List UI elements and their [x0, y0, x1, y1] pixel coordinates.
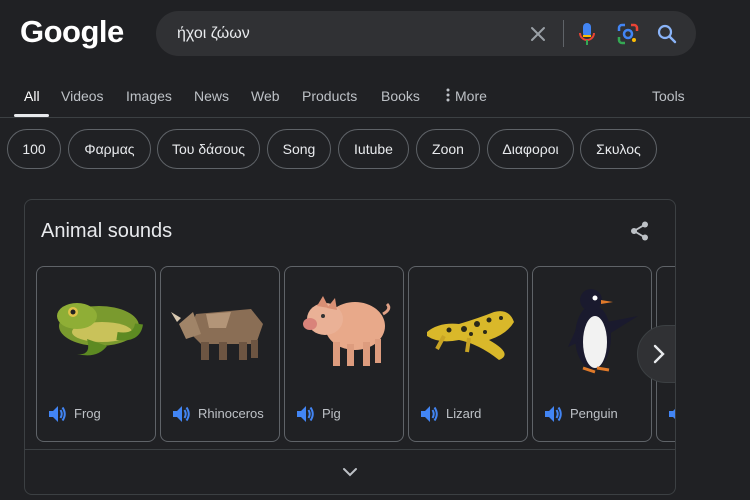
card-footer-divider: [25, 449, 675, 450]
speaker-icon: [545, 406, 562, 422]
tab-videos[interactable]: Videos: [61, 88, 104, 104]
lizard-image: [417, 279, 521, 379]
animal-name: Frog: [74, 406, 101, 421]
tab-products[interactable]: Products: [302, 88, 357, 104]
speaker-icon: [297, 406, 314, 422]
tab-books[interactable]: Books: [381, 88, 420, 104]
animal-sounds-card: Animal sounds Frog Rhinoceros Pig Lizard…: [24, 199, 676, 495]
animal-tile-rhinoceros[interactable]: Rhinoceros: [160, 266, 280, 442]
tools-button[interactable]: Tools: [652, 88, 685, 104]
refinement-chips: 100 Φαρμας Του δάσους Song Iutube Zoon Δ…: [0, 129, 750, 169]
speaker-icon: [173, 406, 190, 422]
search-divider: [563, 20, 564, 47]
chip-tou-dasous[interactable]: Του δάσους: [157, 129, 260, 169]
clear-icon[interactable]: [524, 11, 552, 56]
chip-song[interactable]: Song: [267, 129, 331, 169]
tabs-divider: [0, 117, 750, 118]
rhinoceros-image: [169, 279, 273, 379]
chevron-down-icon[interactable]: [337, 462, 363, 482]
microphone-icon[interactable]: [574, 11, 600, 56]
share-icon[interactable]: [625, 216, 655, 246]
chip-diaforoi[interactable]: Διαφοροι: [487, 129, 574, 169]
speaker-icon: [49, 406, 66, 422]
tab-news[interactable]: News: [194, 88, 229, 104]
animal-name: Pig: [322, 406, 341, 421]
google-lens-icon[interactable]: [614, 11, 642, 56]
chip-zoon[interactable]: Zoon: [416, 129, 480, 169]
more-vertical-icon: [446, 88, 450, 102]
speaker-icon: [421, 406, 438, 422]
chip-100[interactable]: 100: [7, 129, 61, 169]
chevron-right-icon: [653, 344, 665, 364]
google-logo[interactable]: Google: [20, 14, 124, 50]
pig-image: [293, 279, 397, 379]
animal-name: Lizard: [446, 406, 482, 421]
search-input[interactable]: [177, 11, 517, 56]
search-box: [156, 11, 696, 56]
search-icon[interactable]: [653, 11, 681, 56]
animal-tile-lizard[interactable]: Lizard: [408, 266, 528, 442]
tab-more-label: More: [455, 88, 487, 104]
chip-iutube[interactable]: Iutube: [338, 129, 409, 169]
tab-more[interactable]: More: [445, 88, 487, 104]
animal-tile-frog[interactable]: Frog: [36, 266, 156, 442]
frog-image: [45, 279, 149, 379]
penguin-image: [541, 279, 645, 379]
search-tabs: All Videos Images News Web Products Book…: [0, 78, 750, 118]
speaker-icon: [669, 409, 675, 419]
animal-name: Penguin: [570, 406, 618, 421]
chip-skylos[interactable]: Σκυλος: [580, 129, 657, 169]
tab-all[interactable]: All: [24, 88, 40, 104]
card-title: Animal sounds: [41, 220, 173, 242]
animal-name: Rhinoceros: [198, 406, 264, 421]
tab-images[interactable]: Images: [126, 88, 172, 104]
animal-tile-pig[interactable]: Pig: [284, 266, 404, 442]
tab-web[interactable]: Web: [251, 88, 280, 104]
animal-tile-penguin[interactable]: Penguin: [532, 266, 652, 442]
chip-farmas[interactable]: Φαρμας: [68, 129, 151, 169]
